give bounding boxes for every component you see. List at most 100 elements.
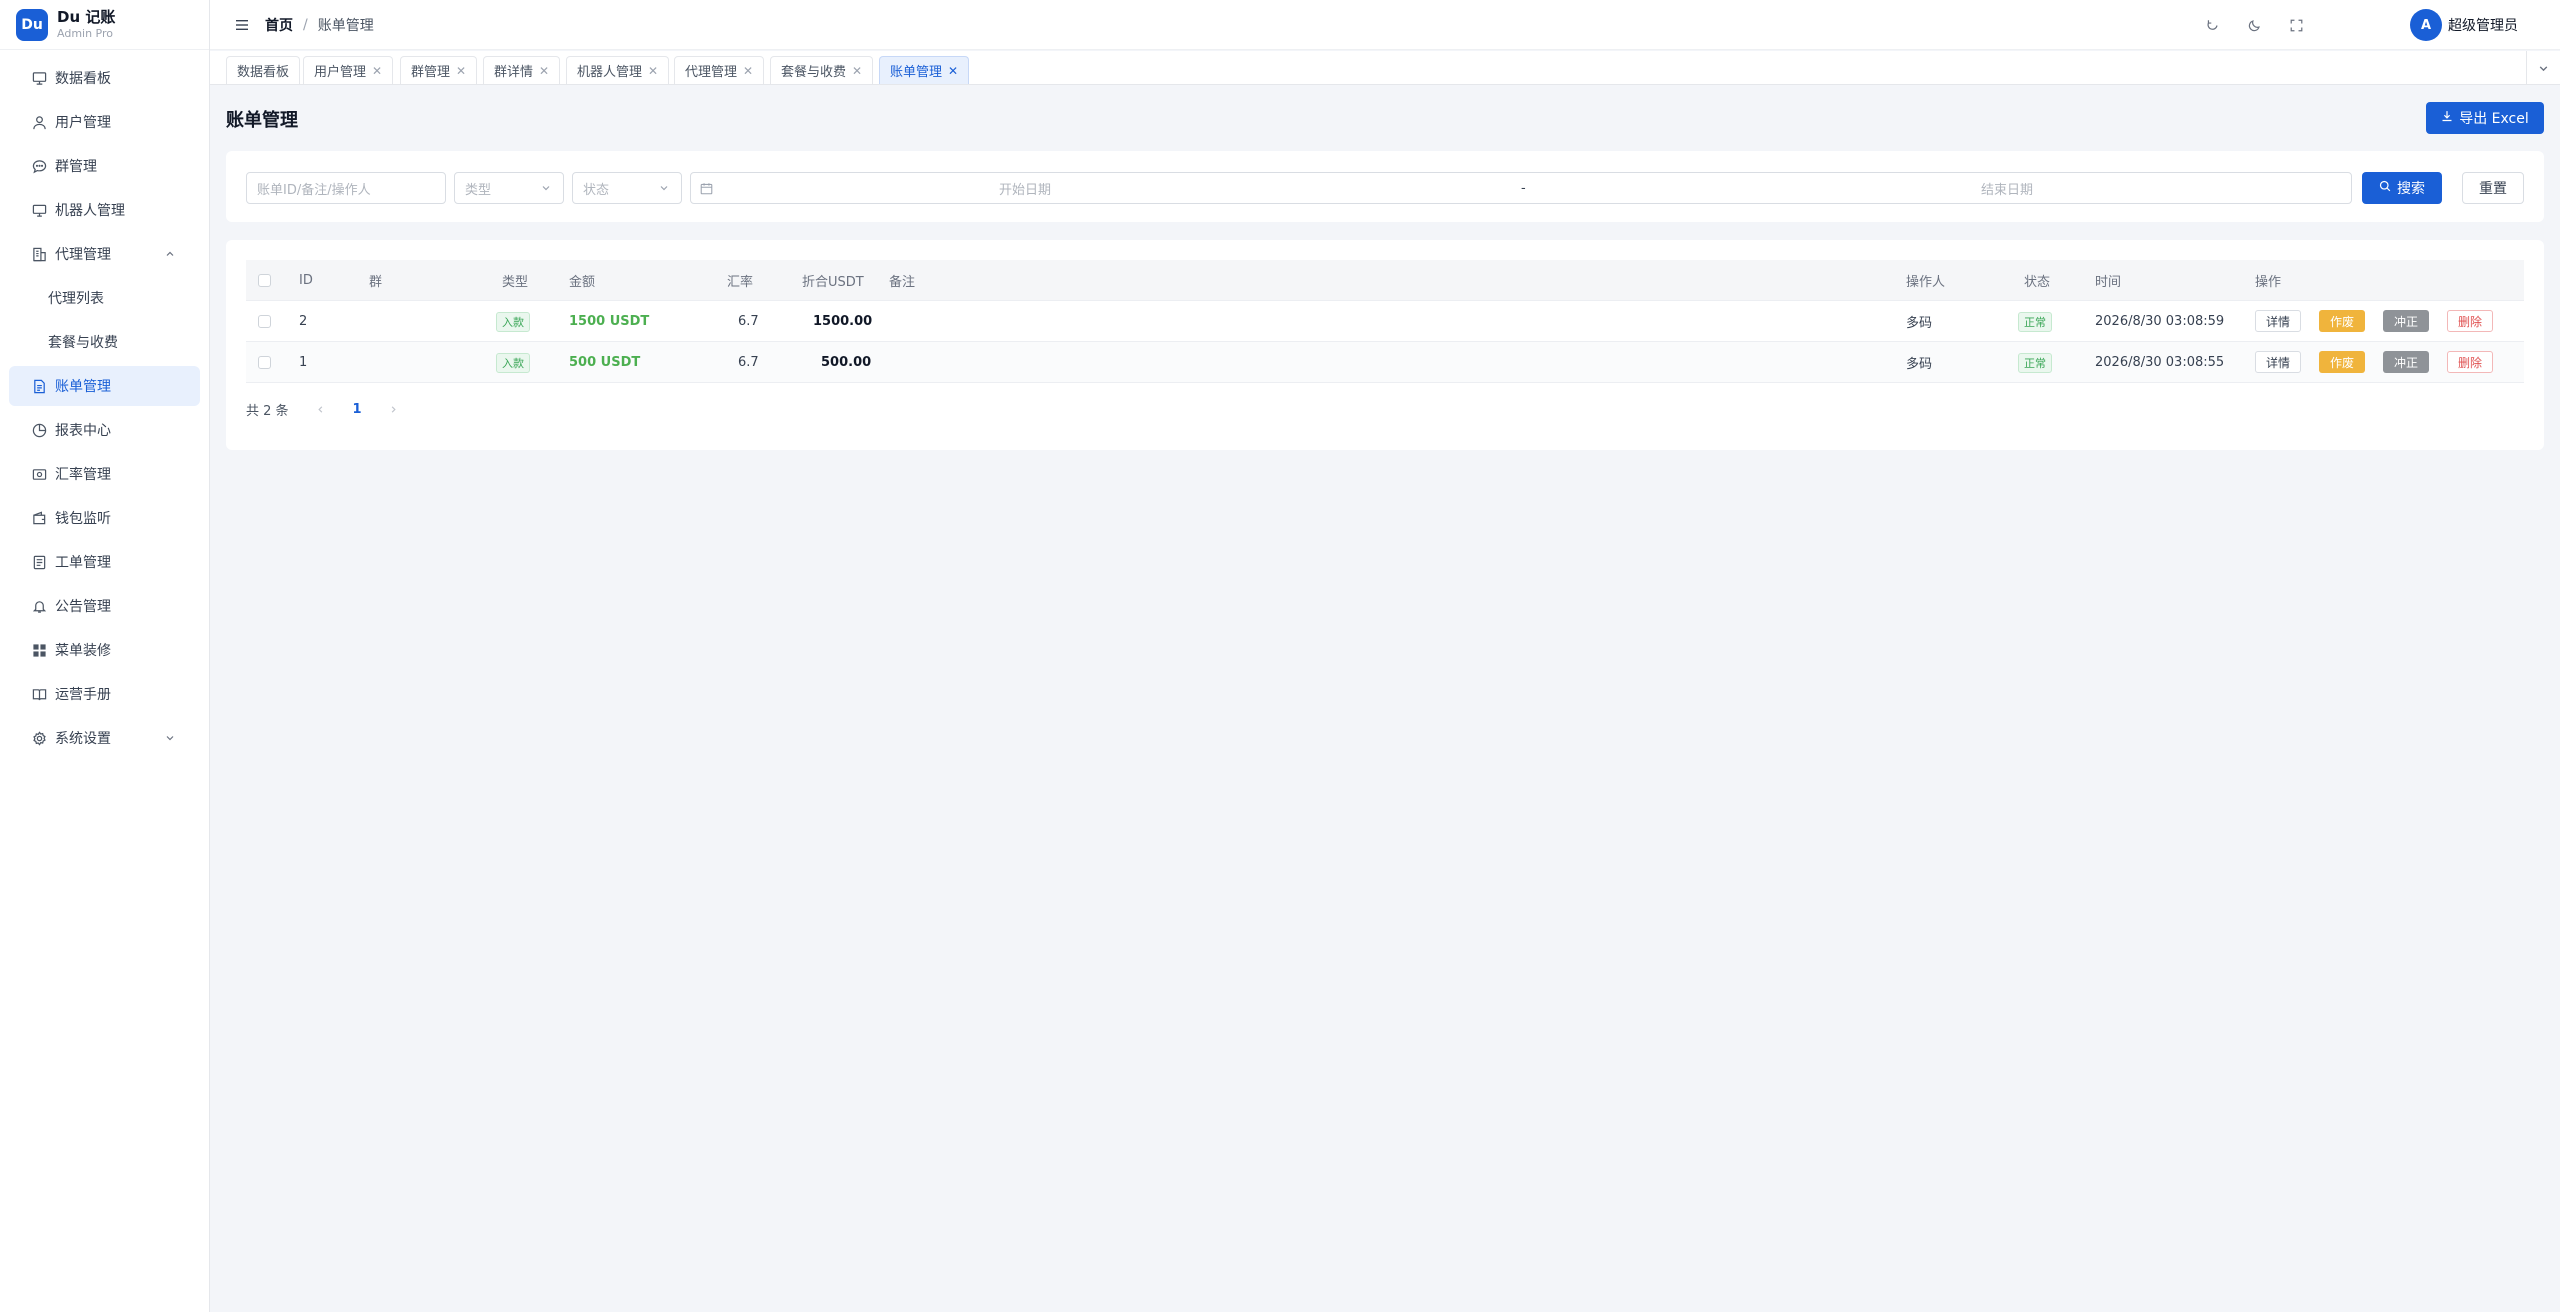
page-title: 账单管理 (226, 110, 298, 131)
close-icon[interactable]: ✕ (648, 64, 658, 78)
pie-icon (31, 422, 47, 438)
tabs-bar: 数据看板 用户管理 ✕ 群管理 ✕ 群详情 ✕ 机器人管理 ✕ 代理管理 ✕ 套餐与收费 ✕… (210, 51, 2560, 85)
close-icon[interactable]: ✕ (539, 64, 549, 78)
sidebar-item-label: 账单管理 (55, 379, 111, 395)
sidebar-item-groups[interactable]: 群管理 (9, 146, 200, 186)
tab-dashboard[interactable]: 数据看板 (226, 56, 301, 84)
reset-button[interactable]: 重置 (2462, 172, 2524, 204)
user-menu[interactable]: A 超级管理员 (2410, 9, 2518, 41)
reverse-button[interactable]: 冲正 (2383, 351, 2429, 373)
cell-type: 入款 (496, 342, 530, 383)
detail-button[interactable]: 详情 (2255, 310, 2301, 332)
col-actions: 操作 (2255, 275, 2282, 290)
close-icon[interactable]: ✕ (852, 64, 862, 78)
keyword-input[interactable]: 账单ID/备注/操作人 (246, 172, 446, 204)
chevron-down-icon[interactable] (2526, 51, 2560, 85)
tab-agents[interactable]: 代理管理 ✕ (674, 56, 765, 84)
close-icon[interactable]: ✕ (743, 64, 753, 78)
filter-card: 账单ID/备注/操作人 类型 状态 开始日期 - 结束日期 搜索 重置 (226, 151, 2544, 222)
type-tag: 入款 (496, 352, 530, 373)
tab-bills[interactable]: 账单管理 ✕ (879, 56, 970, 84)
tab-users[interactable]: 用户管理 ✕ (303, 56, 394, 84)
status-placeholder: 状态 (583, 182, 610, 198)
wallet-icon (31, 510, 47, 526)
delete-button[interactable]: 删除 (2447, 351, 2493, 373)
breadcrumb-home[interactable]: 首页 (265, 15, 293, 35)
sidebar-item-reports[interactable]: 报表中心 (9, 410, 200, 450)
tab-packages[interactable]: 套餐与收费 ✕ (770, 56, 874, 84)
page-number[interactable]: 1 (353, 402, 362, 417)
start-date-placeholder[interactable]: 开始日期 (999, 179, 1051, 198)
delete-button[interactable]: 删除 (2447, 310, 2493, 332)
type-placeholder: 类型 (465, 182, 492, 198)
sidebar-item-notices[interactable]: 公告管理 (9, 586, 200, 626)
date-range-picker[interactable]: 开始日期 - 结束日期 (690, 172, 2352, 204)
tab-groups[interactable]: 群管理 ✕ (400, 56, 478, 84)
sidebar-item-users[interactable]: 用户管理 (9, 102, 200, 142)
sidebar-item-label: 系统设置 (55, 731, 111, 747)
sidebar-item-bills[interactable]: 账单管理 (9, 366, 200, 406)
close-icon[interactable]: ✕ (948, 64, 958, 78)
grid-icon (31, 642, 47, 658)
detail-button[interactable]: 详情 (2255, 351, 2301, 373)
chevron-right-icon[interactable] (386, 405, 402, 414)
tab-label: 代理管理 (685, 65, 738, 80)
currency-icon (31, 466, 47, 482)
tab-group-detail[interactable]: 群详情 ✕ (483, 56, 561, 84)
reverse-button[interactable]: 冲正 (2383, 310, 2429, 332)
cell-id: 1 (299, 355, 308, 370)
col-note: 备注 (889, 275, 916, 290)
brand-title: Du 记账 (57, 8, 116, 26)
close-icon[interactable]: ✕ (372, 64, 382, 78)
sidebar-item-menu-decor[interactable]: 菜单装修 (9, 630, 200, 670)
cell-time: 2026/8/30 03:08:59 (2095, 314, 2225, 329)
row-checkbox[interactable] (258, 301, 271, 342)
row-checkbox[interactable] (258, 342, 271, 383)
breadcrumb-separator: / (303, 16, 308, 33)
sidebar-item-agents[interactable]: 代理管理 (9, 234, 200, 274)
cell-id: 2 (299, 314, 308, 329)
type-select[interactable]: 类型 (454, 172, 564, 204)
col-group: 群 (369, 275, 383, 290)
gear-icon (31, 730, 47, 746)
dark-mode-icon[interactable] (2245, 16, 2263, 34)
sidebar-item-settings[interactable]: 系统设置 (9, 718, 200, 758)
tab-label: 群详情 (494, 65, 534, 80)
col-amount: 金额 (569, 275, 596, 290)
sidebar-item-bots[interactable]: 机器人管理 (9, 190, 200, 230)
export-excel-button[interactable]: 导出 Excel (2426, 102, 2544, 134)
close-icon[interactable]: ✕ (456, 64, 466, 78)
sidebar-item-label: 机器人管理 (55, 203, 125, 219)
range-separator: - (1521, 180, 1526, 196)
search-button[interactable]: 搜索 (2362, 172, 2442, 204)
table-card: ID 群 类型 金额 汇率 折合USDT 备注 操作人 状态 时间 操作 2 入… (226, 240, 2544, 450)
tab-bots[interactable]: 机器人管理 ✕ (566, 56, 670, 84)
sidebar-item-agent-list[interactable]: 代理列表 (9, 278, 200, 318)
brand[interactable]: Du Du 记账 Admin Pro (0, 0, 209, 50)
select-all-checkbox[interactable] (258, 260, 271, 301)
sidebar-item-label: 用户管理 (55, 115, 111, 131)
search-label: 搜索 (2397, 181, 2425, 197)
end-date-placeholder[interactable]: 结束日期 (1981, 179, 2033, 198)
void-button[interactable]: 作废 (2319, 351, 2365, 373)
sidebar-item-tickets[interactable]: 工单管理 (9, 542, 200, 582)
bell-icon (31, 598, 47, 614)
tab-label: 机器人管理 (577, 65, 643, 80)
chevron-left-icon[interactable] (313, 405, 329, 414)
sidebar-item-dashboard[interactable]: 数据看板 (9, 58, 200, 98)
void-button[interactable]: 作废 (2319, 310, 2365, 332)
status-select[interactable]: 状态 (572, 172, 682, 204)
sidebar-item-packages[interactable]: 套餐与收费 (9, 322, 200, 362)
menu-toggle-icon[interactable] (235, 18, 249, 32)
building-icon (31, 246, 47, 262)
export-label: 导出 Excel (2459, 111, 2529, 127)
fullscreen-icon[interactable] (2287, 16, 2305, 34)
sidebar-item-manual[interactable]: 运营手册 (9, 674, 200, 714)
tab-label: 用户管理 (314, 65, 367, 80)
sidebar-item-rates[interactable]: 汇率管理 (9, 454, 200, 494)
monitor-icon (31, 202, 47, 218)
chevron-up-icon (162, 246, 178, 262)
status-badge: 正常 (2018, 352, 2052, 373)
sidebar-item-wallets[interactable]: 钱包监听 (9, 498, 200, 538)
refresh-icon[interactable] (2203, 16, 2221, 34)
